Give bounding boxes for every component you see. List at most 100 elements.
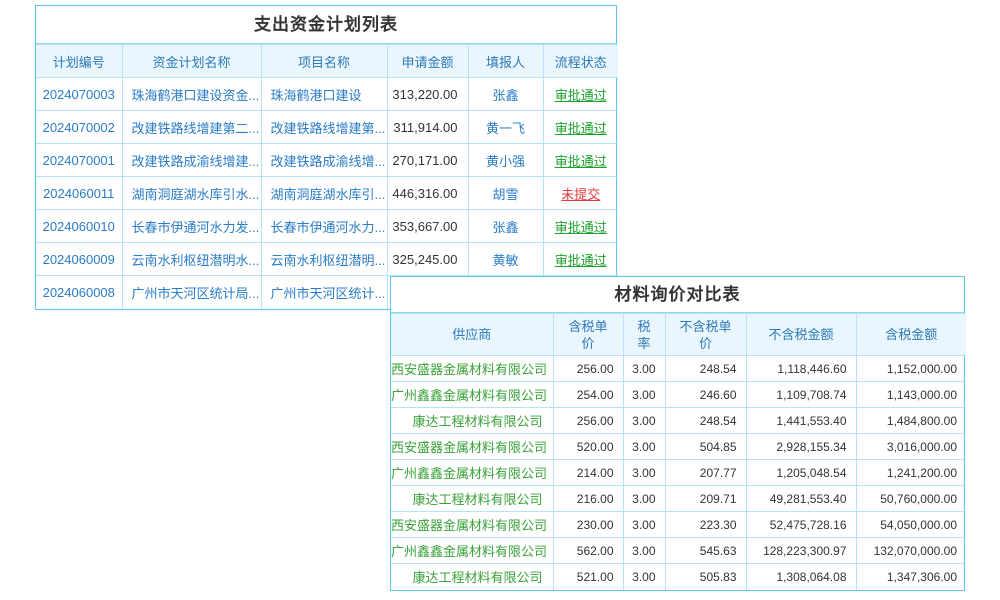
plan-list-panel: 支出资金计划列表 计划编号 资金计划名称 项目名称 申请金额 填报人 流程状态 … (35, 5, 617, 310)
fund-plan-name-cell[interactable]: 改建铁路成渝线增建... (122, 144, 261, 177)
apply-amount-cell: 270,171.00 (387, 144, 468, 177)
plan-id-cell[interactable]: 2024060011 (36, 177, 122, 210)
table-row: 西安盛器金属材料有限公司230.003.00223.3052,475,728.1… (391, 512, 966, 538)
plan-id-cell[interactable]: 2024060009 (36, 243, 122, 276)
fund-plan-name-cell[interactable]: 改建铁路线增建第二... (122, 111, 261, 144)
fund-plan-name-cell[interactable]: 湖南洞庭湖水库引水... (122, 177, 261, 210)
column-header-price-with-tax: 含税单价 (553, 314, 623, 356)
filler-cell: 黄敏 (468, 243, 543, 276)
filler-cell: 张鑫 (468, 78, 543, 111)
amount-without-tax-cell: 52,475,728.16 (746, 512, 856, 538)
plan-id-cell[interactable]: 2024070002 (36, 111, 122, 144)
price-without-tax-cell: 209.71 (665, 486, 746, 512)
table-row: 西安盛器金属材料有限公司520.003.00504.852,928,155.34… (391, 434, 966, 460)
project-name-cell[interactable]: 改建铁路线增建第... (261, 111, 387, 144)
apply-amount-cell: 325,245.00 (387, 243, 468, 276)
column-header-flow-status: 流程状态 (543, 45, 618, 78)
table-row: 康达工程材料有限公司256.003.00248.541,441,553.401,… (391, 408, 966, 434)
filler-cell: 胡雪 (468, 177, 543, 210)
apply-amount-cell: 311,914.00 (387, 111, 468, 144)
apply-amount-cell: 353,667.00 (387, 210, 468, 243)
project-name-cell[interactable]: 珠海鹤港口建设 (261, 78, 387, 111)
project-name-cell[interactable]: 长春市伊通河水力... (261, 210, 387, 243)
flow-status-cell[interactable]: 审批通过 (543, 144, 618, 177)
amount-without-tax-cell: 1,205,048.54 (746, 460, 856, 486)
table-row: 2024070003珠海鹤港口建设资金...珠海鹤港口建设313,220.00张… (36, 78, 618, 111)
quote-table-body: 西安盛器金属材料有限公司256.003.00248.541,118,446.60… (391, 356, 966, 590)
flow-status-cell[interactable]: 审批通过 (543, 210, 618, 243)
table-row: 西安盛器金属材料有限公司256.003.00248.541,118,446.60… (391, 356, 966, 382)
price-without-tax-cell: 248.54 (665, 356, 746, 382)
amount-without-tax-cell: 128,223,300.97 (746, 538, 856, 564)
column-header-apply-amount: 申请金额 (387, 45, 468, 78)
table-row: 2024060010长春市伊通河水力发...长春市伊通河水力...353,667… (36, 210, 618, 243)
table-row: 康达工程材料有限公司216.003.00209.7149,281,553.405… (391, 486, 966, 512)
project-name-cell[interactable]: 湖南洞庭湖水库引... (261, 177, 387, 210)
tax-rate-cell: 3.00 (623, 564, 665, 590)
table-row: 康达工程材料有限公司521.003.00505.831,308,064.081,… (391, 564, 966, 590)
price-without-tax-cell: 207.77 (665, 460, 746, 486)
table-row: 2024060011湖南洞庭湖水库引水...湖南洞庭湖水库引...446,316… (36, 177, 618, 210)
amount-with-tax-cell: 1,143,000.00 (856, 382, 966, 408)
plan-id-cell[interactable]: 2024070003 (36, 78, 122, 111)
fund-plan-name-cell[interactable]: 云南水利枢纽潜明水... (122, 243, 261, 276)
project-name-cell[interactable]: 云南水利枢纽潜明... (261, 243, 387, 276)
amount-with-tax-cell: 1,241,200.00 (856, 460, 966, 486)
column-header-fund-plan-name: 资金计划名称 (122, 45, 261, 78)
column-header-filler: 填报人 (468, 45, 543, 78)
supplier-cell: 西安盛器金属材料有限公司 (391, 356, 553, 382)
flow-status-cell[interactable]: 审批通过 (543, 78, 618, 111)
price-with-tax-cell: 562.00 (553, 538, 623, 564)
fund-plan-name-cell[interactable]: 广州市天河区统计局... (122, 276, 261, 309)
flow-status-cell[interactable]: 审批通过 (543, 243, 618, 276)
supplier-cell: 西安盛器金属材料有限公司 (391, 434, 553, 460)
price-without-tax-cell: 505.83 (665, 564, 746, 590)
tax-rate-cell: 3.00 (623, 538, 665, 564)
price-with-tax-cell: 216.00 (553, 486, 623, 512)
price-without-tax-cell: 248.54 (665, 408, 746, 434)
tax-rate-cell: 3.00 (623, 382, 665, 408)
plan-id-cell[interactable]: 2024060010 (36, 210, 122, 243)
table-row: 广州鑫鑫金属材料有限公司254.003.00246.601,109,708.74… (391, 382, 966, 408)
flow-status-cell[interactable]: 未提交 (543, 177, 618, 210)
supplier-cell: 广州鑫鑫金属材料有限公司 (391, 538, 553, 564)
fund-plan-name-cell[interactable]: 长春市伊通河水力发... (122, 210, 261, 243)
tax-rate-cell: 3.00 (623, 408, 665, 434)
flow-status-cell[interactable]: 审批通过 (543, 111, 618, 144)
project-name-cell[interactable]: 广州市天河区统计... (261, 276, 387, 309)
fund-plan-name-cell[interactable]: 珠海鹤港口建设资金... (122, 78, 261, 111)
plan-table-header-row: 计划编号 资金计划名称 项目名称 申请金额 填报人 流程状态 (36, 45, 618, 78)
amount-with-tax-cell: 1,347,306.00 (856, 564, 966, 590)
plan-list-title: 支出资金计划列表 (36, 6, 616, 44)
tax-rate-cell: 3.00 (623, 356, 665, 382)
column-header-price-without-tax: 不含税单价 (665, 314, 746, 356)
price-with-tax-cell: 256.00 (553, 408, 623, 434)
quote-compare-title: 材料询价对比表 (391, 277, 964, 313)
price-without-tax-cell: 545.63 (665, 538, 746, 564)
tax-rate-cell: 3.00 (623, 486, 665, 512)
filler-cell: 张鑫 (468, 210, 543, 243)
quote-compare-panel: 材料询价对比表 供应商 含税单价 税率 不含税单价 不含税金额 含税金额 西安盛… (390, 276, 965, 591)
price-with-tax-cell: 254.00 (553, 382, 623, 408)
amount-with-tax-cell: 54,050,000.00 (856, 512, 966, 538)
plan-id-cell[interactable]: 2024070001 (36, 144, 122, 177)
apply-amount-cell: 446,316.00 (387, 177, 468, 210)
supplier-cell: 广州鑫鑫金属材料有限公司 (391, 460, 553, 486)
table-row: 广州鑫鑫金属材料有限公司562.003.00545.63128,223,300.… (391, 538, 966, 564)
column-header-supplier: 供应商 (391, 314, 553, 356)
amount-with-tax-cell: 1,152,000.00 (856, 356, 966, 382)
price-without-tax-cell: 246.60 (665, 382, 746, 408)
amount-with-tax-cell: 132,070,000.00 (856, 538, 966, 564)
column-header-tax-rate: 税率 (623, 314, 665, 356)
project-name-cell[interactable]: 改建铁路成渝线增... (261, 144, 387, 177)
column-header-amount-without-tax: 不含税金额 (746, 314, 856, 356)
amount-without-tax-cell: 1,441,553.40 (746, 408, 856, 434)
amount-without-tax-cell: 49,281,553.40 (746, 486, 856, 512)
amount-with-tax-cell: 3,016,000.00 (856, 434, 966, 460)
plan-id-cell[interactable]: 2024060008 (36, 276, 122, 309)
plan-table: 计划编号 资金计划名称 项目名称 申请金额 填报人 流程状态 202407000… (36, 44, 618, 309)
supplier-cell: 康达工程材料有限公司 (391, 408, 553, 434)
filler-cell: 黄一飞 (468, 111, 543, 144)
price-with-tax-cell: 520.00 (553, 434, 623, 460)
supplier-cell: 康达工程材料有限公司 (391, 564, 553, 590)
